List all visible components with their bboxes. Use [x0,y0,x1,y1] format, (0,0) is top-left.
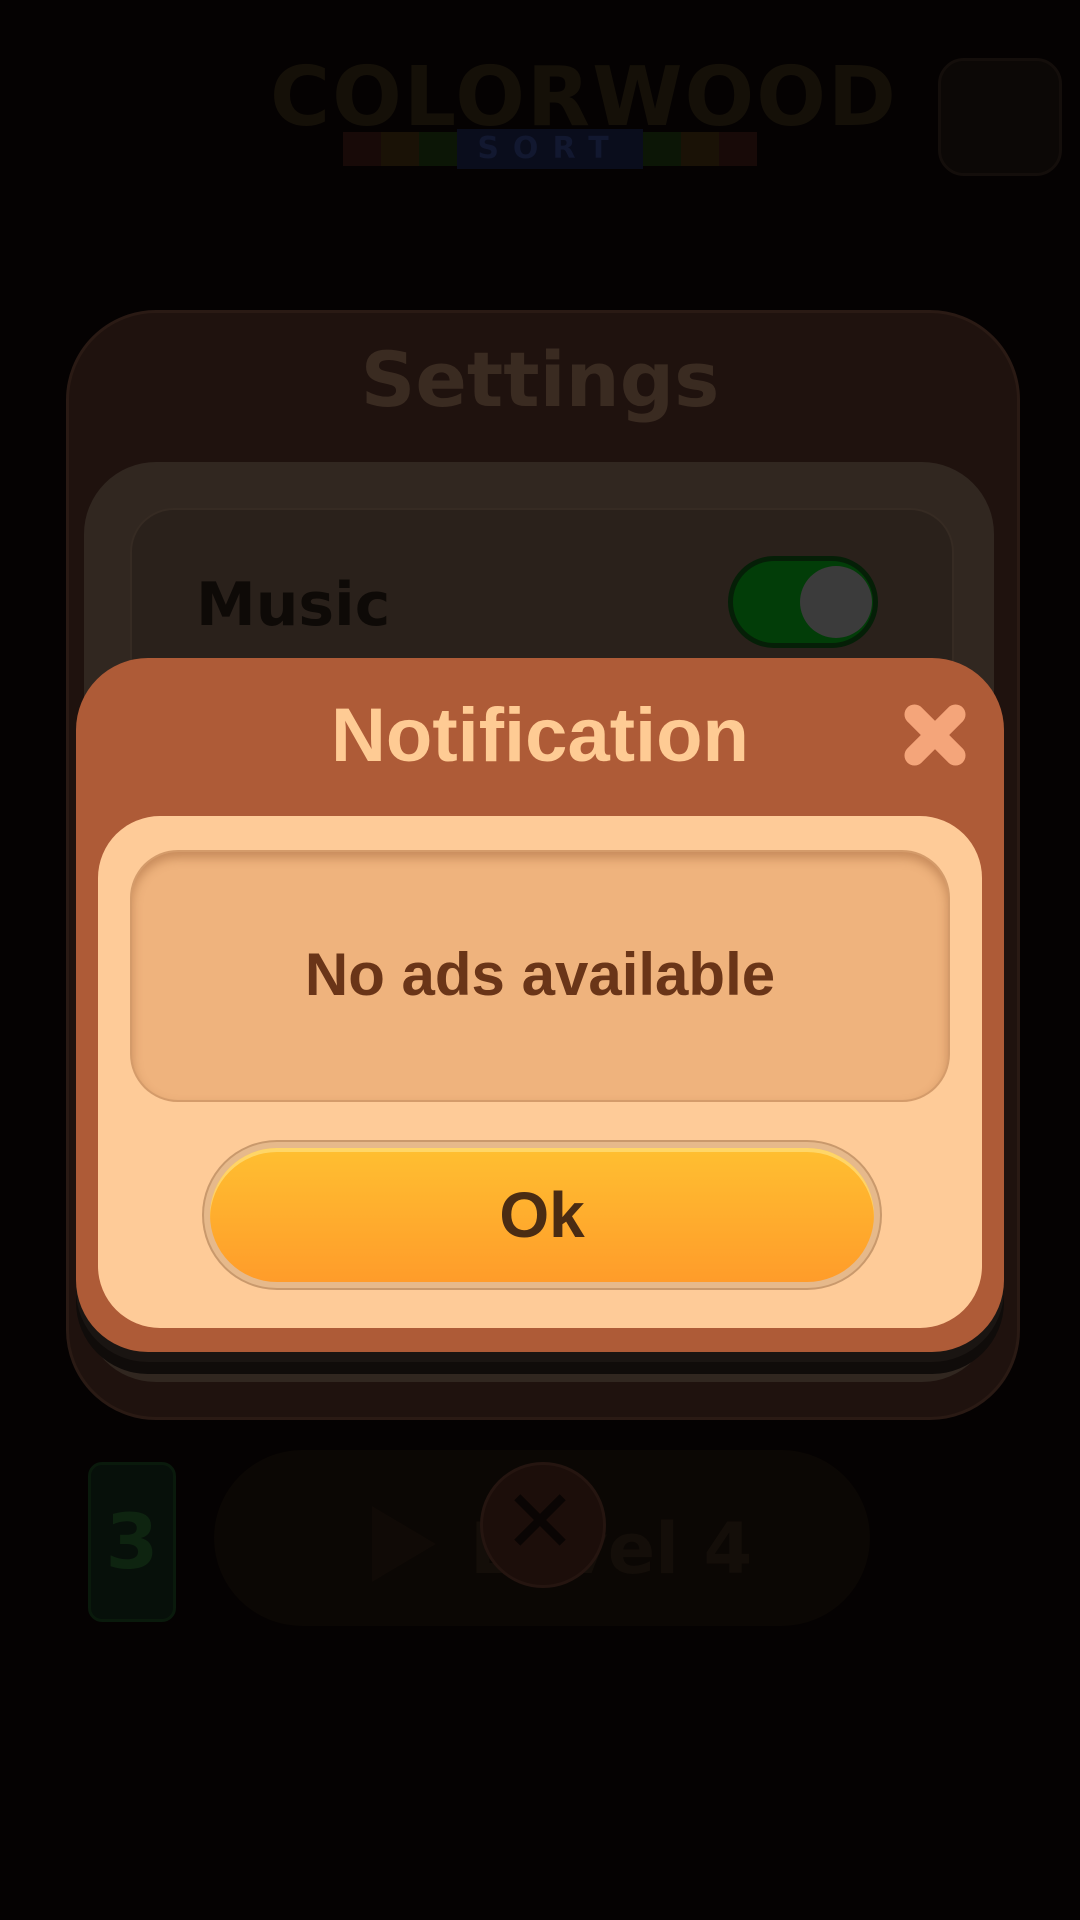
settings-title: Settings [360,335,720,424]
logo-subtitle-text: SORT [457,129,643,169]
music-toggle-knob [800,566,872,638]
ok-button[interactable]: Ok [210,1148,874,1282]
game-logo-subtitle: SORT [330,128,770,170]
logo-block [718,132,757,166]
logo-block [381,132,420,166]
close-icon: ✕ [503,1470,577,1573]
music-label: Music [196,570,391,640]
dialog-title: Notification [331,693,749,778]
logo-block [642,132,681,166]
message-text: No ads available [304,941,776,1008]
level-badge: 3 [88,1462,176,1622]
logo-block [680,132,719,166]
close-icon[interactable] [900,700,970,770]
logo-block [419,132,458,166]
play-icon [372,1506,436,1582]
logo-block [343,132,382,166]
menu-button [938,58,1062,176]
